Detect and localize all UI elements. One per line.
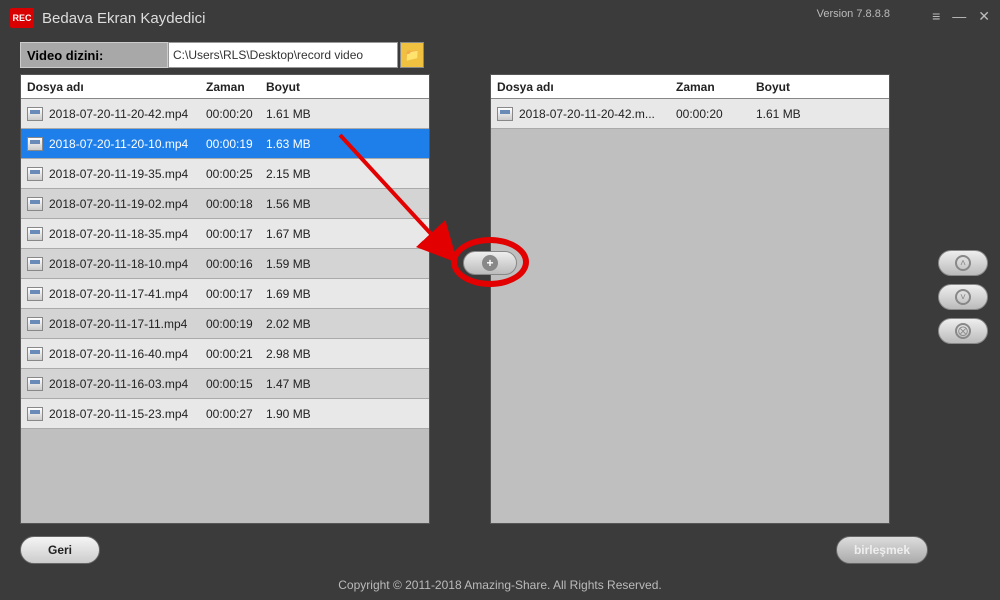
chevron-up-icon: ˄ xyxy=(955,255,971,271)
file-size: 1.61 MB xyxy=(266,107,406,121)
file-name: 2018-07-20-11-19-35.mp4 xyxy=(49,167,206,181)
remove-icon: ⨂ xyxy=(955,323,971,339)
file-size: 1.63 MB xyxy=(266,137,406,151)
video-file-icon xyxy=(27,257,43,271)
table-row[interactable]: 2018-07-20-11-16-40.mp400:00:212.98 MB xyxy=(21,339,429,369)
video-file-icon xyxy=(27,287,43,301)
folder-icon: 📁 xyxy=(405,48,420,62)
table-row[interactable]: 2018-07-20-11-19-02.mp400:00:181.56 MB xyxy=(21,189,429,219)
browse-button[interactable]: 📁 xyxy=(400,42,424,68)
file-name: 2018-07-20-11-17-41.mp4 xyxy=(49,287,206,301)
rec-badge: REC xyxy=(10,8,34,28)
minimize-icon[interactable]: — xyxy=(952,8,966,25)
video-file-icon xyxy=(27,227,43,241)
file-duration: 00:00:16 xyxy=(206,257,266,271)
file-name: 2018-07-20-11-20-10.mp4 xyxy=(49,137,206,151)
file-duration: 00:00:17 xyxy=(206,227,266,241)
close-icon[interactable]: ✕ xyxy=(978,8,990,25)
file-size: 2.15 MB xyxy=(266,167,406,181)
source-file-list: Dosya adı Zaman Boyut 2018-07-20-11-20-4… xyxy=(20,74,430,524)
window-controls: ≡ — ✕ xyxy=(932,8,990,25)
file-duration: 00:00:15 xyxy=(206,377,266,391)
move-up-button[interactable]: ˄ xyxy=(938,250,988,276)
move-down-button[interactable]: ˅ xyxy=(938,284,988,310)
menu-icon[interactable]: ≡ xyxy=(932,8,940,25)
video-file-icon xyxy=(27,377,43,391)
file-size: 2.02 MB xyxy=(266,317,406,331)
col-size[interactable]: Boyut xyxy=(266,80,416,94)
version-label: Version 7.8.8.8 xyxy=(817,8,890,20)
app-title: Bedava Ekran Kaydedici xyxy=(42,10,205,27)
file-name: 2018-07-20-11-15-23.mp4 xyxy=(49,407,206,421)
file-duration: 00:00:20 xyxy=(206,107,266,121)
file-name: 2018-07-20-11-18-10.mp4 xyxy=(49,257,206,271)
video-file-icon xyxy=(27,137,43,151)
video-file-icon xyxy=(27,317,43,331)
reorder-controls: ˄ ˅ ⨂ xyxy=(938,250,988,344)
chevron-down-icon: ˅ xyxy=(955,289,971,305)
file-name: 2018-07-20-11-16-03.mp4 xyxy=(49,377,206,391)
col-name[interactable]: Dosya adı xyxy=(21,80,206,94)
file-duration: 00:00:19 xyxy=(206,317,266,331)
file-duration: 00:00:21 xyxy=(206,347,266,361)
col-size[interactable]: Boyut xyxy=(756,80,876,94)
path-input[interactable]: C:\Users\RLS\Desktop\record video xyxy=(168,42,398,68)
file-size: 1.61 MB xyxy=(756,107,866,121)
target-file-list: Dosya adı Zaman Boyut 2018-07-20-11-20-4… xyxy=(490,74,890,524)
file-duration: 00:00:18 xyxy=(206,197,266,211)
file-size: 1.90 MB xyxy=(266,407,406,421)
table-row[interactable]: 2018-07-20-11-19-35.mp400:00:252.15 MB xyxy=(21,159,429,189)
file-duration: 00:00:25 xyxy=(206,167,266,181)
video-file-icon xyxy=(27,167,43,181)
table-row[interactable]: 2018-07-20-11-20-42.m...00:00:201.61 MB xyxy=(491,99,889,129)
video-file-icon xyxy=(27,407,43,421)
table-row[interactable]: 2018-07-20-11-18-10.mp400:00:161.59 MB xyxy=(21,249,429,279)
table-row[interactable]: 2018-07-20-11-20-10.mp400:00:191.63 MB xyxy=(21,129,429,159)
remove-button[interactable]: ⨂ xyxy=(938,318,988,344)
path-row: Video dizini: C:\Users\RLS\Desktop\recor… xyxy=(20,42,1000,68)
file-name: 2018-07-20-11-18-35.mp4 xyxy=(49,227,206,241)
col-time[interactable]: Zaman xyxy=(676,80,756,94)
footer: Copyright © 2011-2018 Amazing-Share. All… xyxy=(0,550,1000,600)
table-row[interactable]: 2018-07-20-11-16-03.mp400:00:151.47 MB xyxy=(21,369,429,399)
file-duration: 00:00:27 xyxy=(206,407,266,421)
table-row[interactable]: 2018-07-20-11-20-42.mp400:00:201.61 MB xyxy=(21,99,429,129)
col-time[interactable]: Zaman xyxy=(206,80,266,94)
file-size: 1.69 MB xyxy=(266,287,406,301)
video-file-icon xyxy=(27,347,43,361)
video-file-icon xyxy=(497,107,513,121)
titlebar: REC Bedava Ekran Kaydedici Version 7.8.8… xyxy=(0,0,1000,36)
file-name: 2018-07-20-11-20-42.m... xyxy=(519,107,676,121)
file-size: 2.98 MB xyxy=(266,347,406,361)
table-header: Dosya adı Zaman Boyut xyxy=(491,75,889,99)
table-row[interactable]: 2018-07-20-11-17-11.mp400:00:192.02 MB xyxy=(21,309,429,339)
file-name: 2018-07-20-11-20-42.mp4 xyxy=(49,107,206,121)
file-name: 2018-07-20-11-19-02.mp4 xyxy=(49,197,206,211)
col-name[interactable]: Dosya adı xyxy=(491,80,676,94)
video-file-icon xyxy=(27,197,43,211)
table-row[interactable]: 2018-07-20-11-18-35.mp400:00:171.67 MB xyxy=(21,219,429,249)
plus-icon: + xyxy=(482,255,498,271)
copyright-text: Copyright © 2011-2018 Amazing-Share. All… xyxy=(0,578,1000,592)
file-duration: 00:00:17 xyxy=(206,287,266,301)
file-duration: 00:00:20 xyxy=(676,107,756,121)
transfer-controls: + xyxy=(463,251,517,275)
video-file-icon xyxy=(27,107,43,121)
table-row[interactable]: 2018-07-20-11-17-41.mp400:00:171.69 MB xyxy=(21,279,429,309)
file-size: 1.56 MB xyxy=(266,197,406,211)
file-name: 2018-07-20-11-16-40.mp4 xyxy=(49,347,206,361)
file-size: 1.67 MB xyxy=(266,227,406,241)
path-label: Video dizini: xyxy=(20,42,168,68)
add-button[interactable]: + xyxy=(463,251,517,275)
file-size: 1.59 MB xyxy=(266,257,406,271)
file-duration: 00:00:19 xyxy=(206,137,266,151)
table-header: Dosya adı Zaman Boyut xyxy=(21,75,429,99)
file-name: 2018-07-20-11-17-11.mp4 xyxy=(49,317,206,331)
table-row[interactable]: 2018-07-20-11-15-23.mp400:00:271.90 MB xyxy=(21,399,429,429)
file-size: 1.47 MB xyxy=(266,377,406,391)
